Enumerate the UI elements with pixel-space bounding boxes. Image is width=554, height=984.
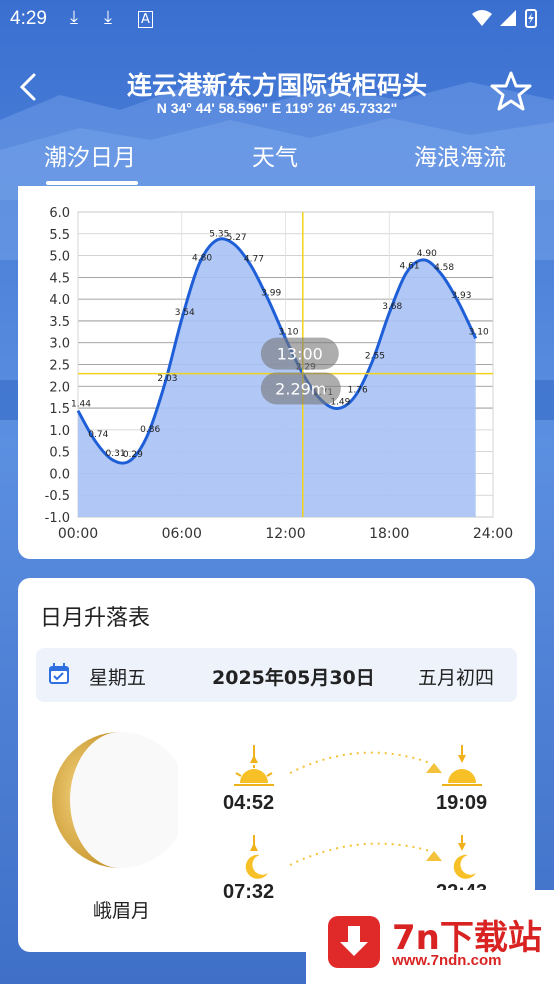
lunar-date: 五月初四 <box>418 667 495 689</box>
y-tick-label: 1.5 <box>49 402 70 417</box>
status-bar: 4:29 ⤓ ⤓ A <box>0 0 554 40</box>
data-label: 0.86 <box>140 425 160 435</box>
data-label: 4.61 <box>400 262 420 272</box>
coordinates: N 34° 44' 58.596" E 119° 26' 45.7332" <box>156 100 398 116</box>
y-tick-label: 2.5 <box>49 359 70 374</box>
tab-weather[interactable]: 天气 <box>252 138 298 172</box>
download-icon: ⤓ <box>104 7 112 28</box>
y-tick-label: -0.5 <box>45 489 70 504</box>
y-tick-label: -1.0 <box>45 511 70 526</box>
date-bar[interactable]: 星期五 2025年05月30日 五月初四 <box>36 648 517 702</box>
y-tick-label: 4.0 <box>49 293 70 308</box>
data-label: 1.76 <box>348 386 368 396</box>
x-tick-label: 06:00 <box>162 526 202 542</box>
weekday: 星期五 <box>89 667 147 689</box>
moon-phase-label: 峨眉月 <box>93 900 151 922</box>
status-icons <box>470 8 540 32</box>
sunrise-icon <box>234 745 274 786</box>
watermark-url: www.7ndn.com <box>392 952 502 969</box>
x-tick-label: 00:00 <box>58 526 98 542</box>
favorite-button[interactable] <box>490 70 532 116</box>
data-label: 2.55 <box>365 351 385 361</box>
download-icon: ⤓ <box>70 7 78 28</box>
calendar-icon <box>49 663 69 684</box>
data-label: 3.10 <box>278 327 298 337</box>
y-tick-label: 3.5 <box>49 315 70 330</box>
data-label: 5.27 <box>227 233 247 243</box>
sunset-time: 19:09 <box>436 792 488 814</box>
wifi-signal-battery-icon <box>472 9 537 28</box>
y-tick-label: 3.0 <box>49 337 70 352</box>
data-label: 0.74 <box>88 430 108 440</box>
tab-indicator <box>46 181 138 185</box>
app-notification-icon: A <box>138 11 153 28</box>
moonrise-icon <box>245 835 268 879</box>
moonset-icon <box>453 835 476 879</box>
data-label: 3.68 <box>382 302 402 312</box>
cursor-time-label: 13:00 <box>277 345 323 364</box>
page-title: 连云港新东方国际货柜码头 <box>126 71 427 100</box>
data-label: 3.10 <box>469 327 489 337</box>
data-label: 1.44 <box>71 400 91 410</box>
star-icon <box>490 71 532 111</box>
y-tick-label: 5.5 <box>49 228 70 243</box>
tide-chart-card: 6.0 5.5 5.0 4.5 4.0 3.5 3.0 2.5 2.0 1.5 1.0 0.5 0.0 -… <box>18 186 535 559</box>
moon-phase-image <box>52 732 178 868</box>
data-label: 3.93 <box>451 291 471 301</box>
data-label: 4.90 <box>417 249 437 259</box>
data-label: 0.29 <box>123 450 143 460</box>
cursor-value-label: 2.29m <box>275 379 326 398</box>
y-tick-label: 2.0 <box>49 380 70 395</box>
data-label: 4.80 <box>192 253 212 263</box>
data-label: 2.03 <box>157 374 177 384</box>
y-tick-label: 1.0 <box>49 424 70 439</box>
y-tick-label: 6.0 <box>49 206 70 221</box>
sunrise-time: 04:52 <box>223 792 275 814</box>
data-label: 3.99 <box>261 289 281 299</box>
status-time: 4:29 <box>10 8 47 29</box>
x-tick-label: 18:00 <box>369 526 409 542</box>
x-tick-label: 24:00 <box>473 526 513 542</box>
sunset-icon <box>442 745 482 786</box>
download-logo-icon <box>328 916 380 968</box>
header: 连云港新东方国际货柜码头 N 34° 44' 58.596" E 119° 26… <box>0 60 554 130</box>
y-tick-label: 5.0 <box>49 250 70 265</box>
x-tick-label: 12:00 <box>265 526 305 542</box>
data-label: 3.54 <box>175 308 195 318</box>
y-tick-label: 4.5 <box>49 271 70 286</box>
tab-tide-sun-moon[interactable]: 潮汐日月 <box>44 138 136 172</box>
moonrise-time: 07:32 <box>223 881 275 903</box>
tab-bar: 潮汐日月 天气 海浪海流 <box>0 138 554 186</box>
tab-waves-currents[interactable]: 海浪海流 <box>414 138 506 172</box>
data-label: 4.58 <box>434 263 454 273</box>
y-tick-label: 0.0 <box>49 467 70 482</box>
data-label: 4.77 <box>244 255 264 265</box>
y-tick-label: 0.5 <box>49 446 70 461</box>
watermark-overlay: 7n下载站 www.7ndn.com <box>306 890 554 984</box>
section-title: 日月升落表 <box>40 606 151 631</box>
tide-chart[interactable]: 6.0 5.5 5.0 4.5 4.0 3.5 3.0 2.5 2.0 1.5 1.0 0.5 0.0 -… <box>18 186 535 559</box>
date: 2025年05月30日 <box>212 667 375 689</box>
